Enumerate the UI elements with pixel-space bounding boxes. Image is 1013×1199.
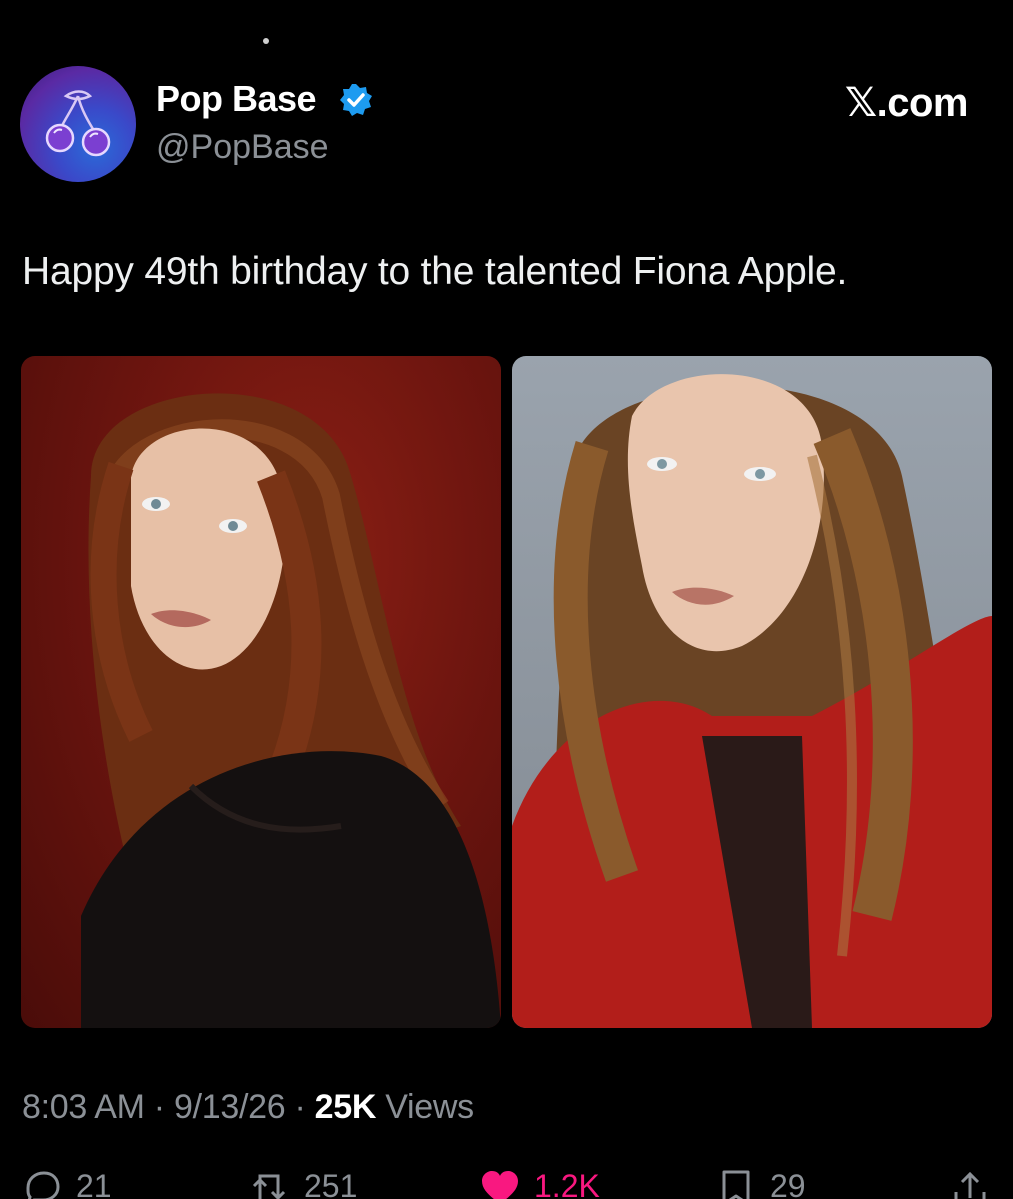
portrait-photo-icon	[512, 374, 992, 1028]
tweet-photo-1[interactable]	[21, 356, 501, 1028]
share-icon	[954, 1171, 986, 1199]
author-handle[interactable]: @PopBase	[156, 128, 329, 167]
retweet-icon	[252, 1174, 286, 1199]
tweet-meta: 8:03 AM · 9/13/26 · 25K Views	[22, 1088, 474, 1127]
site-label: 𝕏.com	[844, 81, 969, 125]
views-count[interactable]: 25K	[315, 1088, 377, 1126]
reply-icon	[26, 1171, 60, 1199]
tweet-header: Pop Base @PopBase 𝕏.com	[20, 64, 990, 184]
verified-badge-icon	[340, 84, 372, 116]
tweet-date[interactable]: 9/13/26	[174, 1088, 286, 1126]
portrait-photo-icon	[81, 393, 501, 1028]
status-dot	[263, 38, 269, 44]
meta-separator: ·	[285, 1088, 315, 1126]
tweet-actions: 21 251 1.2K 29	[0, 1160, 1013, 1199]
retweet-count: 251	[304, 1168, 358, 1199]
like-button[interactable]: 1.2K	[480, 1168, 600, 1199]
cherry-logo-icon	[45, 90, 111, 157]
reply-button[interactable]: 21	[22, 1168, 112, 1199]
bookmark-count: 29	[770, 1168, 806, 1199]
avatar[interactable]	[20, 66, 136, 182]
tweet-text: Happy 49th birthday to the talented Fion…	[22, 250, 848, 293]
share-button[interactable]	[950, 1168, 1004, 1199]
display-name[interactable]: Pop Base	[156, 78, 317, 120]
bookmark-button[interactable]: 29	[716, 1168, 806, 1199]
retweet-button[interactable]: 251	[250, 1168, 357, 1199]
tweet-time[interactable]: 8:03 AM	[22, 1088, 145, 1126]
bookmark-icon	[722, 1170, 750, 1199]
tweet-photo-2[interactable]	[512, 356, 992, 1028]
heart-icon	[482, 1171, 518, 1199]
views-label: Views	[376, 1088, 474, 1126]
reply-count: 21	[76, 1168, 112, 1199]
meta-separator: ·	[144, 1088, 174, 1126]
like-count: 1.2K	[534, 1168, 600, 1199]
